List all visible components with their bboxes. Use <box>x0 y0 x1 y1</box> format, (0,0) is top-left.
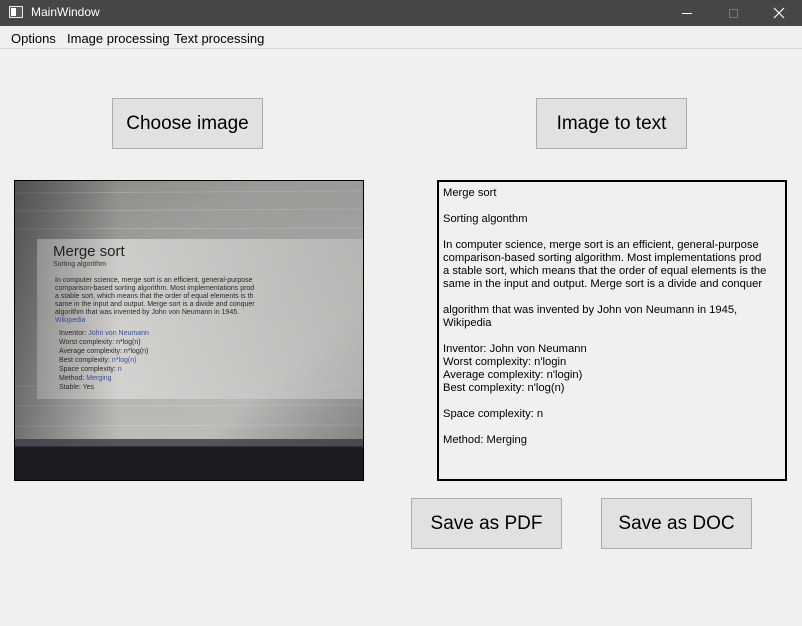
choose-image-button[interactable]: Choose image <box>112 98 263 149</box>
menu-options[interactable]: Options <box>11 31 56 46</box>
photo-body-line: a stable sort, which means that the orde… <box>55 293 254 300</box>
app-window-icon <box>9 6 23 18</box>
minimize-button[interactable] <box>664 0 710 26</box>
photo-info-line: Worst complexity: n*log(n) <box>59 339 141 346</box>
menu-text-processing[interactable]: Text processing <box>174 31 264 46</box>
window-title: MainWindow <box>31 5 100 19</box>
photo-body-line: In computer science, merge sort is an ef… <box>55 277 253 284</box>
photo-info-line: Average complexity: n*log(n) <box>59 348 148 355</box>
photo-info-line: Stable: Yes <box>59 384 95 391</box>
window-bottom-edge <box>0 606 802 626</box>
close-button[interactable] <box>756 0 802 26</box>
save-as-pdf-button[interactable]: Save as PDF <box>411 498 562 549</box>
image-to-text-button[interactable]: Image to text <box>536 98 687 149</box>
photo-body-line: algorithm that was invented by John von … <box>55 309 239 316</box>
photo-body-line: same in the input and output. Merge sort… <box>55 301 255 308</box>
photo-body-line: comparison-based sorting algorithm. Most… <box>55 285 254 292</box>
save-as-doc-button[interactable]: Save as DOC <box>601 498 752 549</box>
photo-link: Wikipedia <box>55 317 85 324</box>
minimize-icon <box>682 12 692 14</box>
menu-bar: Options Image processing Text processing <box>0 26 802 49</box>
photo-subheading: Sorting algorithm <box>53 261 106 268</box>
photo-info-line: Method: Merging <box>59 375 112 382</box>
photo-info-line: Best complexity: n*log(n) <box>59 357 136 364</box>
close-icon <box>773 7 785 19</box>
title-bar[interactable]: MainWindow <box>0 0 802 26</box>
menu-image-processing[interactable]: Image processing <box>67 31 170 46</box>
maximize-button[interactable] <box>710 0 756 26</box>
photo-info-line: Space complexity: n <box>59 366 122 373</box>
photo-of-screen: Merge sort Sorting algorithm In computer… <box>15 181 363 480</box>
maximize-icon <box>728 8 738 18</box>
photo-info-line: Inventor: John von Neumann <box>59 330 149 337</box>
recognized-text-area[interactable]: Merge sort Sorting algonthm In computer … <box>437 180 787 481</box>
image-preview: Merge sort Sorting algorithm In computer… <box>14 180 364 481</box>
photo-heading: Merge sort <box>53 243 126 260</box>
